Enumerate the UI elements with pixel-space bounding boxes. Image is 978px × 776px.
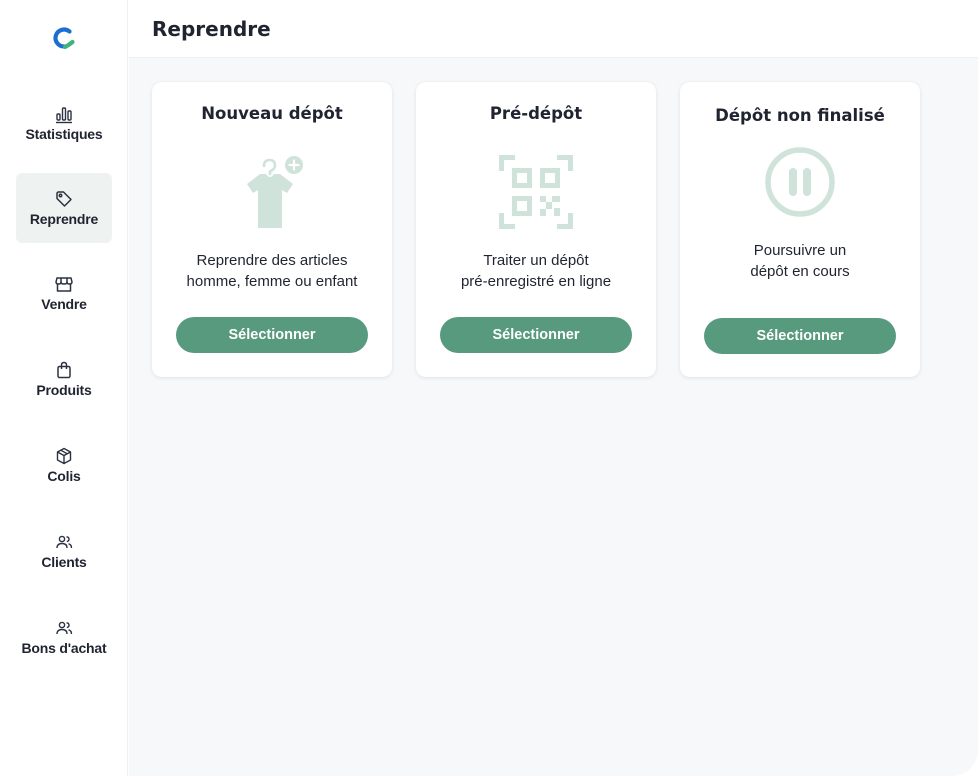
- sidebar-item-label: Reprendre: [29, 211, 99, 227]
- shopping-bag-icon: [57, 361, 71, 379]
- card-description: Poursuivre un dépôt en cours: [750, 242, 850, 280]
- card-title: Nouveau dépôt: [201, 104, 343, 123]
- card-pre-depot: Pré-dépôt Traiter un dépôt pré-enregistr…: [416, 82, 656, 377]
- sidebar-item-label: Vendre: [41, 296, 87, 312]
- sidebar-item-clients[interactable]: Clients: [16, 516, 112, 586]
- sidebar-item-produits[interactable]: Produits: [16, 344, 112, 414]
- sidebar-item-statistiques[interactable]: Statistiques: [16, 88, 112, 158]
- qr-code-icon: [499, 155, 573, 229]
- sidebar-item-label: Colis: [47, 468, 81, 484]
- card-nouveau-depot: Nouveau dépôt Reprendre des articles hom…: [152, 82, 392, 377]
- select-button-depot-non-finalise[interactable]: Sélectionner: [704, 318, 896, 354]
- users-icon: [56, 535, 73, 549]
- app-logo[interactable]: [52, 26, 76, 50]
- sidebar-item-colis[interactable]: Colis: [16, 430, 112, 500]
- select-button-nouveau-depot[interactable]: Sélectionner: [176, 317, 368, 353]
- sidebar-item-label: Produits: [36, 382, 92, 398]
- sidebar: Statistiques Reprendre Vendre Produits C…: [0, 0, 128, 776]
- tag-icon: [56, 191, 72, 207]
- tshirt-hanger-plus-icon: [247, 156, 303, 228]
- card-description: Traiter un dépôt pré-enregistré en ligne: [460, 252, 612, 290]
- select-button-pre-depot[interactable]: Sélectionner: [440, 317, 632, 353]
- sidebar-item-reprendre[interactable]: Reprendre: [16, 173, 112, 243]
- bar-chart-icon: [56, 107, 72, 124]
- card-title: Pré-dépôt: [489, 104, 583, 123]
- pause-circle-icon: [765, 147, 835, 217]
- page-title: Reprendre: [152, 17, 271, 41]
- sidebar-item-label: Bons d'achat: [21, 640, 107, 656]
- card-depot-non-finalise: Dépôt non finalisé Poursuivre un dépôt e…: [680, 82, 920, 377]
- sidebar-item-label: Clients: [41, 554, 87, 570]
- sidebar-item-vendre[interactable]: Vendre: [16, 258, 112, 328]
- sidebar-item-bons-d-achat[interactable]: Bons d'achat: [16, 602, 112, 672]
- sidebar-item-label: Statistiques: [25, 126, 103, 142]
- card-title: Dépôt non finalisé: [715, 106, 885, 125]
- users-icon: [56, 621, 73, 635]
- card-description: Reprendre des articles homme, femme ou e…: [186, 252, 358, 290]
- package-icon: [56, 447, 72, 465]
- store-icon: [55, 277, 73, 292]
- page-header: Reprendre: [129, 0, 978, 58]
